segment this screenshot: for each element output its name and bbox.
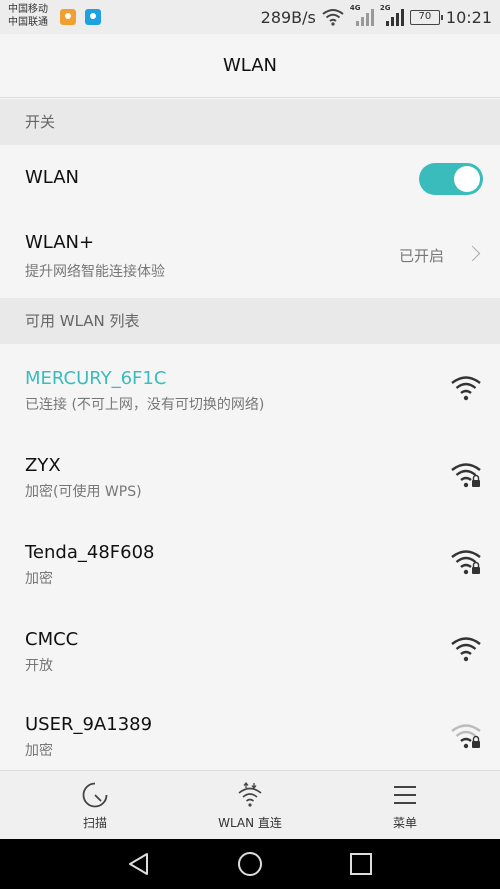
network-status: 加密(可使用 WPS) [25, 484, 142, 500]
menu-icon [394, 786, 416, 804]
toggle-knob [454, 166, 480, 192]
chevron-right-icon [464, 245, 481, 262]
wlan-direct-icon [238, 781, 262, 807]
network-ssid: MERCURY_6F1C [25, 368, 167, 389]
bottom-toolbar: 扫描 WLAN 直连 菜单 [0, 770, 500, 839]
wlan-plus-row[interactable]: WLAN+ 提升网络智能连接体验 已开启 [0, 212, 500, 298]
notification-app-icon [60, 9, 76, 25]
signal-4g-icon: 4G [350, 4, 374, 27]
network-status: 加密 [25, 571, 53, 587]
notification-location-icon [85, 9, 101, 25]
network-row[interactable]: CMCC 开放 [0, 605, 500, 692]
wifi-locked-icon [451, 550, 481, 575]
recent-apps-icon[interactable] [348, 851, 374, 877]
wifi-signal-icon [451, 376, 481, 401]
network-row[interactable]: MERCURY_6F1C 已连接 (不可上网，没有可切换的网络) [0, 344, 500, 431]
network-speed: 289B/s [260, 7, 316, 27]
section-header-switch: 开关 [0, 99, 500, 145]
home-icon[interactable] [237, 851, 263, 877]
wlan-toggle-label: WLAN [25, 167, 80, 188]
wifi-weak-locked-icon [451, 724, 481, 749]
menu-label: 菜单 [392, 816, 417, 830]
menu-button[interactable]: 菜单 [335, 771, 475, 840]
wlan-plus-status: 已开启 [398, 247, 444, 265]
network-ssid: CMCC [25, 629, 79, 650]
clock: 10:21 [445, 7, 492, 27]
network-row[interactable]: USER_9A1389 加密 [0, 692, 500, 770]
status-bar: 中国移动 中国联通 289B/s 4G 2G 70 10:21 [0, 0, 500, 34]
signal-2g-icon: 2G [380, 4, 404, 27]
wifi-signal-icon [451, 637, 481, 662]
page-title: WLAN [0, 34, 500, 98]
wlan-toggle-switch[interactable] [419, 163, 483, 195]
network-ssid: USER_9A1389 [25, 714, 153, 735]
wlan-plus-description: 提升网络智能连接体验 [25, 264, 165, 280]
scan-button[interactable]: 扫描 [25, 771, 165, 840]
navigation-bar [0, 839, 500, 889]
carrier-labels: 中国移动 中国联通 [8, 3, 48, 29]
network-row[interactable]: ZYX 加密(可使用 WPS) [0, 431, 500, 518]
network-status: 已连接 (不可上网，没有可切换的网络) [25, 397, 265, 413]
wlan-direct-button[interactable]: WLAN 直连 [180, 771, 320, 840]
wlan-plus-label: WLAN+ [25, 232, 95, 253]
network-ssid: Tenda_48F608 [25, 542, 155, 563]
scan-label: 扫描 [82, 816, 107, 830]
scan-icon [82, 782, 108, 808]
network-ssid: ZYX [25, 455, 61, 476]
wlan-direct-label: WLAN 直连 [218, 816, 282, 830]
section-header-available: 可用 WLAN 列表 [0, 298, 500, 344]
network-status: 加密 [25, 743, 53, 759]
network-status: 开放 [25, 658, 53, 674]
back-icon[interactable] [126, 851, 152, 877]
wlan-toggle-row[interactable]: WLAN [0, 145, 500, 212]
wifi-locked-icon [451, 463, 481, 488]
carrier-1: 中国移动 [8, 4, 48, 15]
wifi-status-icon [322, 9, 344, 26]
carrier-2: 中国联通 [8, 17, 48, 28]
network-row[interactable]: Tenda_48F608 加密 [0, 518, 500, 605]
battery-icon: 70 [409, 9, 443, 25]
